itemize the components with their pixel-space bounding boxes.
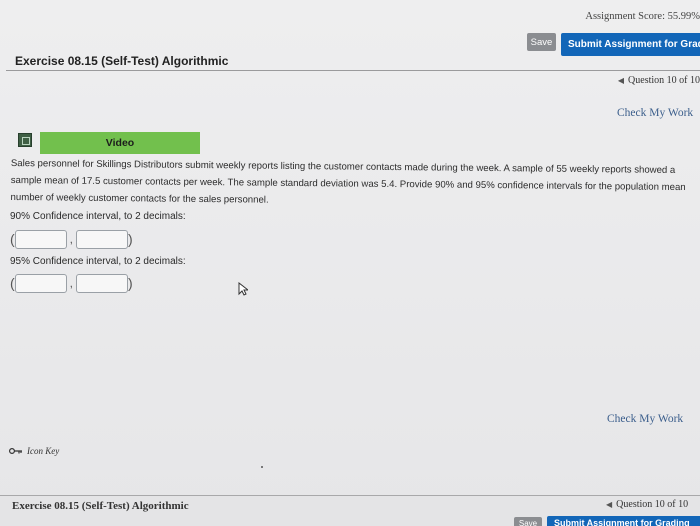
icon-key[interactable]: Icon Key (9, 446, 59, 456)
footer-exercise-title: Exercise 08.15 (Self-Test) Algorithmic (12, 500, 189, 512)
exercise-title: Exercise 08.15 (Self-Test) Algorithmic (15, 54, 229, 68)
ci-90-open-paren: ( (10, 231, 15, 247)
question-nav-label: Question 10 of 10 (628, 75, 700, 86)
header-divider (6, 70, 700, 71)
ci-95-lower-input[interactable] (14, 273, 67, 293)
check-my-work-link-bottom[interactable]: Check My Work (607, 413, 683, 425)
save-button[interactable]: Save (527, 33, 556, 51)
ci-95-open-paren: ( (10, 275, 15, 291)
ci-90-close-paren: ) (128, 231, 133, 247)
ci-90-upper-input[interactable] (76, 229, 129, 249)
footer-submit-assignment-button[interactable]: Submit Assignment for Grading (547, 516, 700, 526)
ci-95-row: ( , ) (10, 271, 133, 295)
assignment-score: Assignment Score: 55.99% (585, 11, 700, 22)
key-icon (9, 448, 22, 454)
footer-save-button[interactable]: Save (514, 517, 542, 526)
assignment-page: Assignment Score: 55.99% Save Submit Ass… (0, 0, 700, 526)
ci-95-close-paren: ) (128, 275, 133, 291)
footer-question-nav[interactable]: ◀ Question 10 of 10 (606, 499, 688, 510)
icon-key-label: Icon Key (27, 446, 60, 456)
ci-90-label: 90% Confidence interval, to 2 decimals: (10, 211, 186, 222)
footer-previous-question-icon[interactable]: ◀ (606, 500, 612, 509)
ci-90-separator: , (69, 232, 74, 246)
ci-95-label: 95% Confidence interval, to 2 decimals: (10, 256, 186, 267)
problem-statement: Sales personnel for Skillings Distributo… (10, 157, 686, 206)
ci-95-upper-input[interactable] (76, 273, 129, 293)
previous-question-icon[interactable]: ◀ (618, 76, 624, 85)
mouse-cursor-icon (238, 282, 248, 296)
question-nav[interactable]: ◀ Question 10 of 10 (618, 75, 700, 86)
footer-question-nav-label: Question 10 of 10 (616, 499, 689, 510)
ci-90-row: ( , ) (10, 227, 133, 251)
video-icon[interactable] (18, 133, 32, 147)
ci-90-lower-input[interactable] (14, 229, 67, 249)
ci-95-separator: , (69, 276, 74, 290)
decorative-dot (261, 466, 263, 468)
video-button[interactable]: Video (40, 132, 200, 154)
submit-assignment-button[interactable]: Submit Assignment for Grading (561, 33, 700, 56)
check-my-work-link[interactable]: Check My Work (617, 107, 693, 119)
